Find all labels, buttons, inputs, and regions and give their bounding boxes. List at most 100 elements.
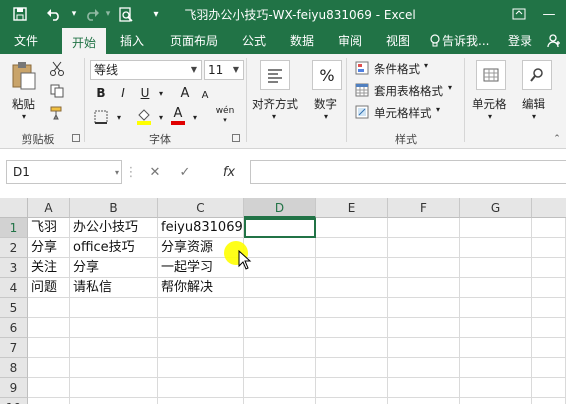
italic-button[interactable]: I	[114, 84, 132, 102]
fill-color-icon[interactable]	[134, 106, 154, 126]
empty-cell[interactable]	[388, 338, 460, 358]
tab-view[interactable]: 视图	[378, 28, 418, 54]
undo-icon[interactable]	[44, 3, 64, 25]
font-color-dropdown-icon[interactable]: ▾	[186, 108, 204, 126]
cut-icon[interactable]	[48, 60, 66, 78]
tab-formulas[interactable]: 公式	[236, 28, 272, 54]
empty-cell[interactable]	[244, 398, 316, 404]
row-header-8[interactable]: 8	[0, 358, 28, 378]
table-cell[interactable]: feiyu831069	[158, 218, 244, 238]
shrink-font-button[interactable]: A	[196, 86, 214, 104]
empty-cell[interactable]	[460, 338, 532, 358]
number-format-button[interactable]: %	[312, 60, 342, 90]
select-all-corner[interactable]	[0, 198, 28, 218]
paste-label[interactable]: 粘贴	[12, 96, 35, 112]
save-icon[interactable]	[10, 3, 30, 25]
tab-home[interactable]: 开始	[62, 28, 106, 54]
grow-font-button[interactable]: A	[176, 84, 194, 102]
format-as-table-button[interactable]: 套用表格格式	[374, 83, 443, 99]
minimize-button[interactable]: —	[538, 3, 560, 25]
empty-cell[interactable]	[158, 298, 244, 318]
empty-cell[interactable]	[388, 378, 460, 398]
formula-bar-grip[interactable]: ⋮	[125, 160, 138, 184]
conditional-format-button[interactable]: 条件格式	[374, 61, 420, 77]
font-color-icon[interactable]: A	[168, 106, 188, 126]
selected-cell[interactable]	[244, 218, 316, 238]
row-header-5[interactable]: 5	[0, 298, 28, 318]
print-preview-icon[interactable]	[116, 3, 136, 25]
empty-cell[interactable]	[70, 318, 158, 338]
empty-cell[interactable]	[244, 298, 316, 318]
table-cell[interactable]: 分享	[70, 258, 158, 278]
empty-cell[interactable]	[158, 318, 244, 338]
empty-cell[interactable]	[244, 318, 316, 338]
empty-cell[interactable]	[28, 378, 70, 398]
empty-cell[interactable]	[460, 398, 532, 404]
tell-me-search[interactable]: 告诉我...	[442, 28, 498, 54]
empty-cell[interactable]	[244, 358, 316, 378]
empty-cell[interactable]	[28, 398, 70, 404]
column-header-e[interactable]: E	[316, 198, 388, 218]
empty-cell[interactable]	[388, 218, 460, 238]
empty-cell[interactable]	[244, 338, 316, 358]
number-label[interactable]: 数字	[314, 96, 337, 112]
empty-cell[interactable]	[532, 338, 566, 358]
sign-in-link[interactable]: 登录	[502, 28, 538, 54]
empty-cell[interactable]	[460, 318, 532, 338]
bold-button[interactable]: B	[92, 84, 110, 102]
empty-cell[interactable]	[388, 278, 460, 298]
underline-dropdown-icon[interactable]: ▾	[152, 84, 170, 102]
empty-cell[interactable]	[532, 398, 566, 404]
empty-cell[interactable]	[244, 378, 316, 398]
cells-button[interactable]: 单元格	[472, 96, 507, 112]
redo-dropdown-icon[interactable]: ▾	[98, 3, 118, 25]
empty-cell[interactable]	[316, 258, 388, 278]
column-header-g[interactable]: G	[460, 198, 532, 218]
empty-cell[interactable]	[532, 358, 566, 378]
empty-cell[interactable]	[316, 278, 388, 298]
empty-cell[interactable]	[460, 238, 532, 258]
table-cell[interactable]: 办公小技巧	[70, 218, 158, 238]
empty-cell[interactable]	[388, 258, 460, 278]
empty-cell[interactable]	[244, 278, 316, 298]
table-cell[interactable]: 分享	[28, 238, 70, 258]
empty-cell[interactable]	[532, 218, 566, 238]
empty-cell[interactable]	[460, 218, 532, 238]
empty-cell[interactable]	[460, 278, 532, 298]
name-box[interactable]: D1	[6, 160, 122, 184]
empty-cell[interactable]	[532, 298, 566, 318]
border-icon[interactable]	[92, 108, 110, 126]
empty-cell[interactable]	[532, 378, 566, 398]
empty-cell[interactable]	[532, 278, 566, 298]
row-header-7[interactable]: 7	[0, 338, 28, 358]
empty-cell[interactable]	[158, 378, 244, 398]
empty-cell[interactable]	[460, 358, 532, 378]
empty-cell[interactable]	[70, 378, 158, 398]
empty-cell[interactable]	[460, 378, 532, 398]
row-header-9[interactable]: 9	[0, 378, 28, 398]
row-header-3[interactable]: 3	[0, 258, 28, 278]
empty-cell[interactable]	[70, 338, 158, 358]
font-size-select[interactable]: 11 ▼	[204, 60, 244, 80]
empty-cell[interactable]	[388, 298, 460, 318]
share-user-icon[interactable]	[544, 28, 564, 54]
empty-cell[interactable]	[316, 358, 388, 378]
collapse-ribbon-icon[interactable]: ⌃	[552, 134, 562, 144]
empty-cell[interactable]	[244, 238, 316, 258]
column-header-a[interactable]: A	[28, 198, 70, 218]
table-cell[interactable]: 关注	[28, 258, 70, 278]
alignment-button[interactable]: 对齐方式	[252, 96, 298, 112]
column-header-partial[interactable]	[532, 198, 566, 218]
undo-dropdown-icon[interactable]: ▾	[64, 3, 84, 25]
column-header-b[interactable]: B	[70, 198, 158, 218]
editing-button[interactable]: 编辑	[522, 96, 545, 112]
empty-cell[interactable]	[244, 258, 316, 278]
empty-cell[interactable]	[532, 318, 566, 338]
copy-icon[interactable]	[48, 82, 66, 100]
cancel-icon[interactable]: ✕	[142, 160, 168, 184]
column-header-c[interactable]: C	[158, 198, 244, 218]
column-header-d[interactable]: D	[244, 198, 316, 218]
paste-dropdown-icon[interactable]: ▾	[22, 112, 26, 121]
empty-cell[interactable]	[316, 398, 388, 404]
table-cell[interactable]: 请私信	[70, 278, 158, 298]
